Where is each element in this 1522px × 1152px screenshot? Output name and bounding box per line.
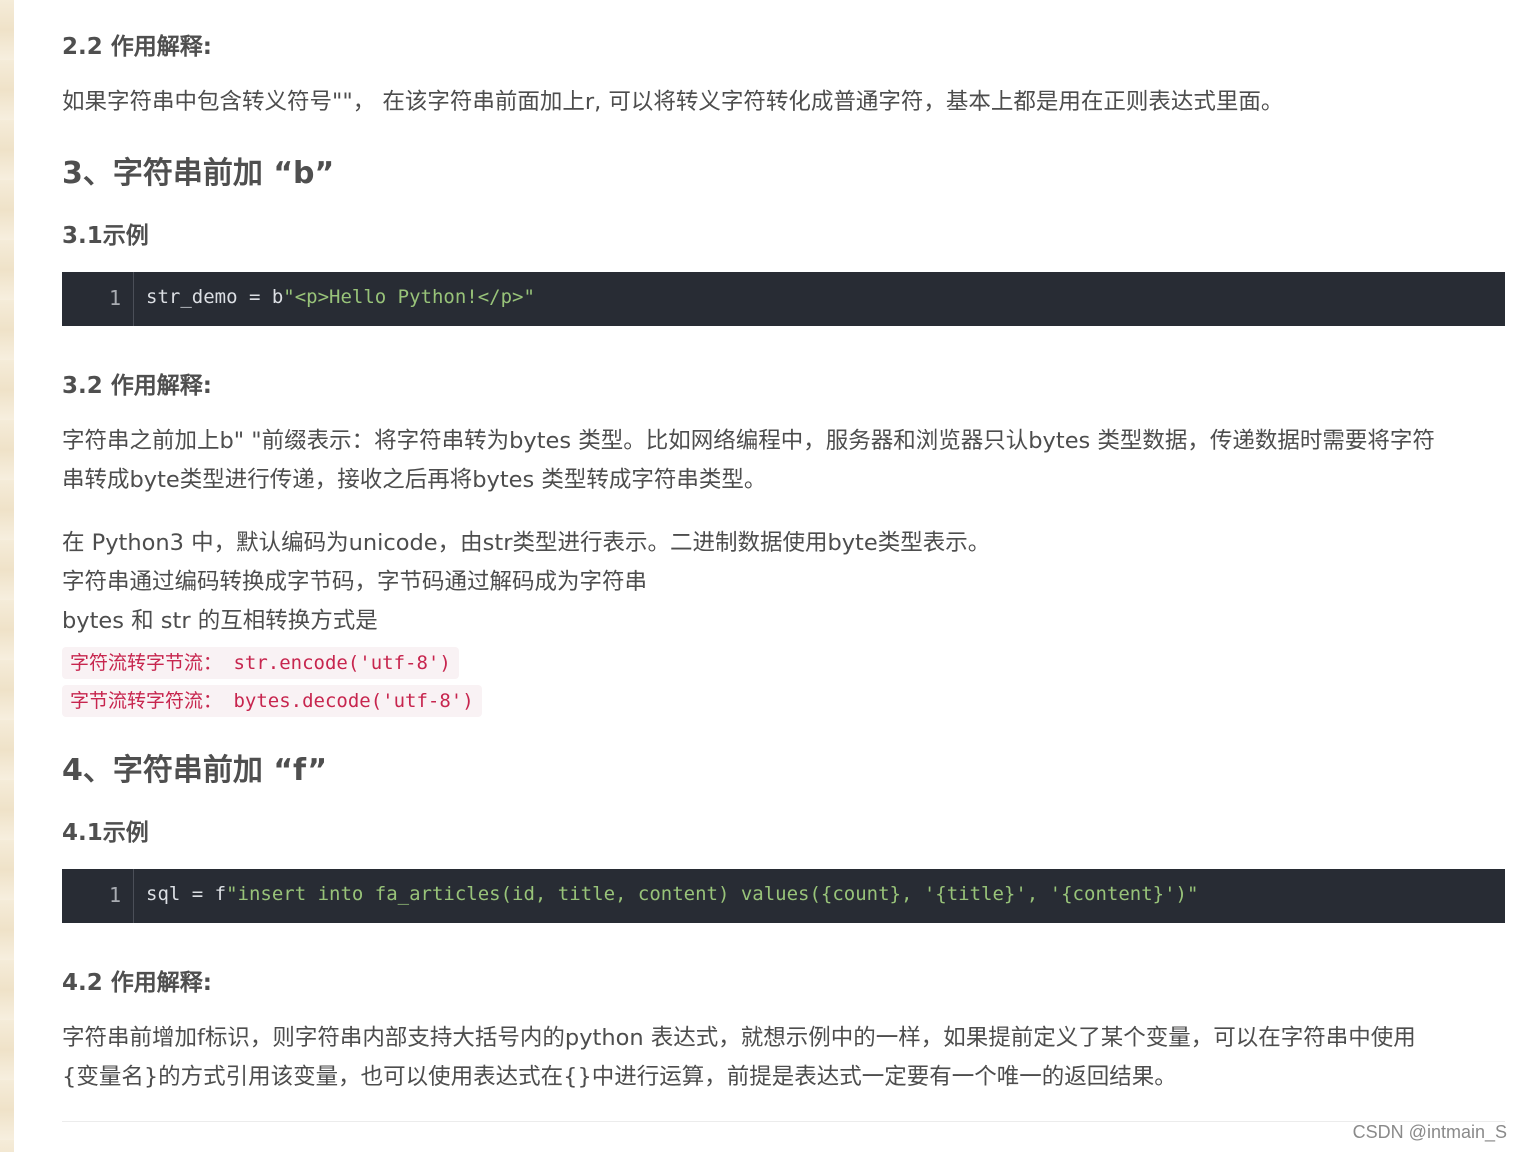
paragraph-3-2-line2: 串转成byte类型进行传递，接收之后再将bytes 类型转成字符串类型。 [62, 467, 767, 493]
paragraph-2-2: 如果字符串中包含转义符号""， 在该字符串前面加上r, 可以将转义字符转化成普通… [62, 89, 1284, 115]
code-string: "<p>Hello Python!</p>" [283, 286, 535, 308]
paragraph-3-3-line1: 在 Python3 中，默认编码为unicode，由str类型进行表示。二进制数… [62, 530, 991, 556]
code-line: sql = f"insert into fa_articles(id, titl… [146, 883, 1198, 905]
paragraph-3-2-line1: 字符串之前加上b" "前缀表示：将字符串转为bytes 类型。比如网络编程中，服… [62, 428, 1435, 454]
heading-4-1: 4.1示例 [62, 820, 149, 846]
heading-3-1: 3.1示例 [62, 223, 149, 249]
line-number-gutter: 1 [62, 869, 134, 923]
code-plain: str_demo = b [146, 286, 284, 308]
inline-code-encode: 字符流转字节流： str.encode('utf-8') [62, 647, 459, 679]
inline-code-decode: 字节流转字符流： bytes.decode('utf-8') [62, 685, 482, 717]
paragraph-4-2-line1: 字符串前增加f标识，则字符串内部支持大括号内的python 表达式，就想示例中的… [62, 1025, 1416, 1051]
heading-4-2: 4.2 作用解释: [62, 970, 212, 996]
paragraph-4-2-line2: {变量名}的方式引用该变量，也可以使用表达式在{}中进行运算，前提是表达式一定要… [62, 1064, 1177, 1090]
code-string: "insert into fa_articles(id, title, cont… [226, 883, 1199, 905]
heading-2-2: 2.2 作用解释: [62, 34, 212, 60]
code-plain: sql = f [146, 883, 227, 905]
left-decorative-border [0, 0, 26, 1152]
csdn-watermark: CSDN @intmain_S [1352, 1122, 1507, 1142]
line-number-gutter: 1 [62, 272, 134, 326]
heading-section-3: 3、字符串前加 “b” [62, 156, 335, 191]
code-block-b-prefix[interactable]: 1 str_demo = b"<p>Hello Python!</p>" [62, 272, 1505, 326]
code-line: str_demo = b"<p>Hello Python!</p>" [146, 286, 535, 308]
line-number: 1 [108, 286, 121, 310]
paragraph-3-3-line3: bytes 和 str 的互相转换方式是 [62, 608, 378, 634]
heading-section-4: 4、字符串前加 “f” [62, 753, 328, 788]
paragraph-3-3-line2: 字符串通过编码转换成字节码，字节码通过解码成为字符串 [62, 569, 648, 595]
footer-divider [62, 1121, 1505, 1122]
line-number: 1 [108, 883, 121, 907]
code-block-f-prefix[interactable]: 1 sql = f"insert into fa_articles(id, ti… [62, 869, 1505, 923]
heading-3-2: 3.2 作用解释: [62, 373, 212, 399]
